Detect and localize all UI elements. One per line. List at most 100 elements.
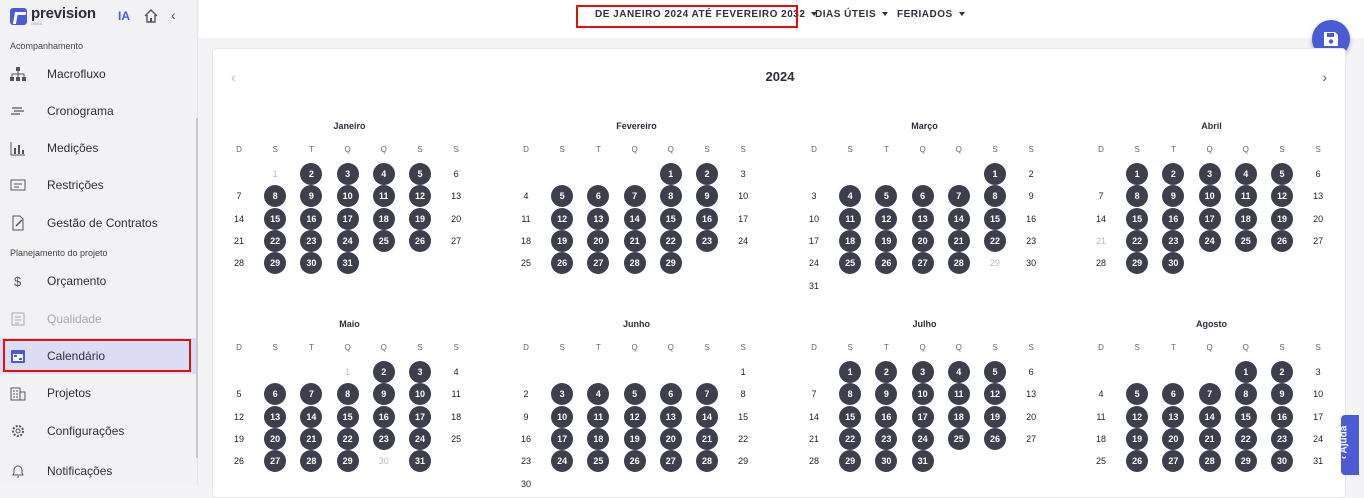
- calendar-day[interactable]: 29: [1234, 450, 1257, 473]
- calendar-day[interactable]: 2: [1162, 163, 1185, 185]
- calendar-day[interactable]: 28: [947, 252, 970, 275]
- calendar-day[interactable]: 21: [803, 428, 825, 450]
- calendar-day[interactable]: 8: [1126, 185, 1149, 208]
- calendar-day[interactable]: 7: [947, 185, 970, 208]
- calendar-day[interactable]: 14: [696, 405, 718, 428]
- calendar-day[interactable]: 19: [1271, 207, 1293, 230]
- calendar-day[interactable]: 3: [1307, 361, 1329, 383]
- calendar-day[interactable]: 20: [659, 427, 682, 450]
- calendar-day[interactable]: 9: [696, 185, 718, 208]
- calendar-day[interactable]: 8: [1234, 383, 1257, 406]
- calendar-day[interactable]: 11: [1090, 406, 1112, 428]
- calendar-day[interactable]: 18: [515, 230, 537, 252]
- calendar-day[interactable]: 27: [1307, 230, 1329, 252]
- calendar-day[interactable]: 15: [984, 207, 1006, 230]
- calendar-day[interactable]: 20: [264, 427, 287, 450]
- calendar-day[interactable]: 26: [228, 450, 250, 472]
- calendar-day[interactable]: 21: [228, 230, 250, 252]
- calendar-day[interactable]: 16: [875, 405, 898, 428]
- calendar-day[interactable]: 14: [1090, 208, 1112, 230]
- calendar-day[interactable]: 9: [300, 185, 323, 208]
- calendar-day[interactable]: 24: [732, 230, 754, 252]
- calendar-day[interactable]: 18: [587, 427, 610, 450]
- calendar-day[interactable]: 30: [1020, 252, 1042, 274]
- calendar-day[interactable]: 2: [300, 163, 323, 185]
- calendar-day[interactable]: 21: [696, 427, 718, 450]
- calendar-day[interactable]: 21: [1090, 230, 1112, 252]
- calendar-day[interactable]: 5: [623, 383, 646, 406]
- calendar-day[interactable]: 9: [1020, 185, 1042, 207]
- calendar-day[interactable]: 10: [1307, 383, 1329, 405]
- calendar-day[interactable]: 24: [1307, 428, 1329, 450]
- calendar-day[interactable]: 17: [409, 405, 431, 428]
- calendar-day[interactable]: 2: [875, 361, 898, 383]
- calendar-day[interactable]: 9: [875, 383, 898, 406]
- calendar-day[interactable]: 12: [1126, 405, 1149, 428]
- calendar-day[interactable]: 3: [732, 163, 754, 185]
- calendar-day[interactable]: 11: [372, 185, 395, 208]
- calendar-day[interactable]: 19: [228, 428, 250, 450]
- calendar-day[interactable]: 5: [875, 185, 898, 208]
- calendar-day[interactable]: 1: [659, 163, 682, 185]
- calendar-day[interactable]: 25: [1090, 450, 1112, 472]
- calendar-day[interactable]: 16: [372, 405, 395, 428]
- calendar-day[interactable]: 25: [947, 427, 970, 450]
- calendar-day[interactable]: 18: [1090, 428, 1112, 450]
- calendar-day[interactable]: 16: [1020, 208, 1042, 230]
- calendar-day[interactable]: 15: [1234, 405, 1257, 428]
- calendar-day[interactable]: 6: [911, 185, 934, 208]
- calendar-day[interactable]: 15: [336, 405, 359, 428]
- calendar-day[interactable]: 4: [1234, 163, 1257, 185]
- calendar-day[interactable]: 8: [984, 185, 1006, 208]
- sidebar-item-cronograma[interactable]: Cronograma: [0, 93, 198, 129]
- calendar-day[interactable]: 27: [264, 450, 287, 473]
- calendar-day[interactable]: 31: [1307, 450, 1329, 472]
- calendar-day[interactable]: 3: [911, 361, 934, 383]
- sidebar-item-restricoes[interactable]: Restrições: [0, 167, 198, 203]
- calendar-day[interactable]: 30: [300, 252, 323, 275]
- calendar-day[interactable]: 13: [911, 207, 934, 230]
- calendar-day[interactable]: 29: [984, 252, 1006, 274]
- calendar-day[interactable]: 15: [659, 207, 682, 230]
- calendar-day[interactable]: 26: [409, 229, 431, 252]
- calendar-day[interactable]: 12: [551, 207, 574, 230]
- calendar-day[interactable]: 12: [875, 207, 898, 230]
- calendar-day[interactable]: 17: [1198, 207, 1221, 230]
- calendar-day[interactable]: 13: [587, 207, 610, 230]
- calendar-day[interactable]: 19: [409, 207, 431, 230]
- calendar-day[interactable]: 27: [587, 252, 610, 275]
- sidebar-item-macrofluxo[interactable]: Macrofluxo: [0, 56, 198, 92]
- calendar-day[interactable]: 22: [839, 427, 862, 450]
- calendar-day[interactable]: 22: [1234, 427, 1257, 450]
- calendar-day[interactable]: 8: [659, 185, 682, 208]
- calendar-day[interactable]: 4: [839, 185, 862, 208]
- calendar-day[interactable]: 25: [515, 252, 537, 274]
- calendar-day[interactable]: 26: [875, 252, 898, 275]
- calendar-day[interactable]: 10: [911, 383, 934, 406]
- calendar-day[interactable]: 24: [409, 427, 431, 450]
- calendar-day[interactable]: 31: [911, 450, 934, 473]
- calendar-day[interactable]: 5: [984, 361, 1006, 383]
- calendar-day[interactable]: 11: [1234, 185, 1257, 208]
- calendar-day[interactable]: 20: [445, 208, 467, 230]
- calendar-day[interactable]: 19: [984, 405, 1006, 428]
- calendar-day[interactable]: 9: [1162, 185, 1185, 208]
- calendar-day[interactable]: 1: [839, 361, 862, 383]
- calendar-day[interactable]: 18: [947, 405, 970, 428]
- calendar-day[interactable]: 29: [1126, 252, 1149, 275]
- calendar-day[interactable]: 23: [875, 427, 898, 450]
- calendar-day[interactable]: 28: [803, 450, 825, 472]
- calendar-day[interactable]: 4: [372, 163, 395, 185]
- help-tab[interactable]: ‹ Ajuda: [1338, 415, 1359, 475]
- calendar-day[interactable]: 12: [1271, 185, 1293, 208]
- calendar-day[interactable]: 3: [336, 163, 359, 185]
- calendar-day[interactable]: 28: [300, 450, 323, 473]
- calendar-day[interactable]: 28: [1090, 252, 1112, 274]
- calendar-day[interactable]: 21: [947, 229, 970, 252]
- calendar-day[interactable]: 12: [228, 406, 250, 428]
- calendar-day[interactable]: 30: [373, 450, 395, 472]
- calendar-day[interactable]: 24: [803, 252, 825, 274]
- sidebar-scrollbar[interactable]: [196, 118, 198, 458]
- calendar-day[interactable]: 20: [1307, 208, 1329, 230]
- calendar-day[interactable]: 28: [696, 450, 718, 473]
